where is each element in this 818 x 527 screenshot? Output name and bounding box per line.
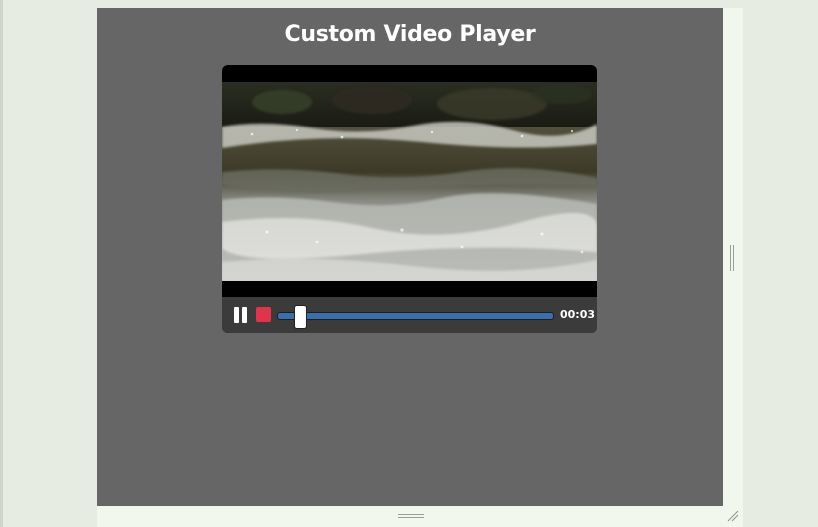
control-bar: 00:03	[222, 297, 597, 333]
time-display: 00:03	[560, 308, 596, 321]
video-player: 00:03	[222, 65, 597, 333]
page-stage: Custom Video Player 00:03	[97, 8, 723, 506]
horizontal-resize-handle[interactable]	[398, 514, 424, 520]
editor-window: Custom Video Player 00:03	[0, 0, 818, 527]
pause-icon	[234, 307, 239, 323]
video-frame[interactable]	[222, 82, 597, 281]
progress-bar[interactable]	[277, 305, 554, 329]
pause-button[interactable]	[234, 307, 248, 323]
progress-thumb[interactable]	[294, 305, 307, 329]
pause-icon-bar	[242, 307, 247, 323]
vertical-resize-handle[interactable]	[730, 245, 736, 271]
video-image	[222, 82, 597, 281]
stop-button[interactable]	[256, 307, 271, 322]
page-title: Custom Video Player	[284, 22, 536, 47]
resize-grip-icon[interactable]	[726, 508, 740, 522]
left-panel-edge	[0, 0, 3, 527]
